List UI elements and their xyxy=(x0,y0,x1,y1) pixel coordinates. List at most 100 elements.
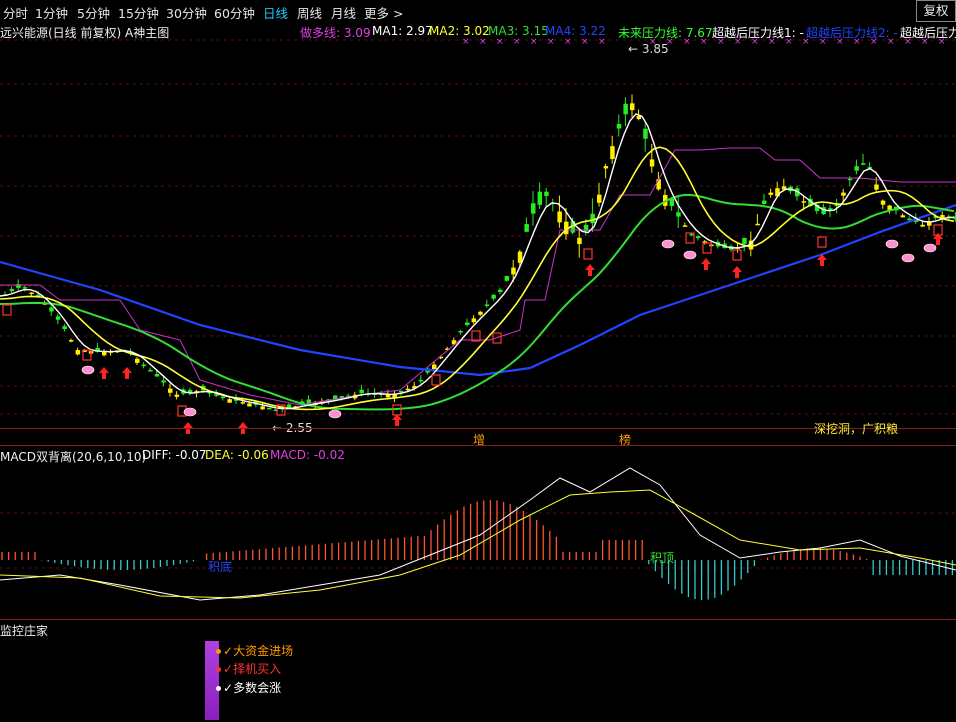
candle-body xyxy=(742,237,747,244)
arrow-up-icon xyxy=(701,258,711,270)
candle-body xyxy=(544,191,549,197)
candle-body xyxy=(154,374,160,377)
monitor-title: 监控庄家 xyxy=(0,624,49,638)
cross-icon: × xyxy=(581,37,589,47)
cross-icon: × xyxy=(751,37,759,47)
slogan-text: 深挖洞，广积粮 xyxy=(814,422,899,436)
candle-body xyxy=(874,184,879,190)
candle-body xyxy=(656,179,661,190)
candle-body xyxy=(418,379,424,382)
buy-signal-icon xyxy=(732,249,742,261)
candle-body xyxy=(847,178,853,181)
cross-icon: × xyxy=(547,37,555,47)
candle-body xyxy=(286,404,292,408)
cross-icon: × xyxy=(768,37,776,47)
candle-body xyxy=(861,163,866,165)
candle-body xyxy=(168,388,173,393)
candle-body xyxy=(62,326,67,329)
cross-icon: × xyxy=(598,37,606,47)
signal-dot-icon xyxy=(216,649,221,654)
candle-body xyxy=(597,194,602,203)
main-bottom-divider xyxy=(0,428,956,429)
diamond-icon xyxy=(661,239,675,249)
buy-signal-icon xyxy=(2,304,12,316)
diamond-icon xyxy=(885,239,899,249)
cross-icon: × xyxy=(819,37,827,47)
cross-icon: × xyxy=(564,37,572,47)
candle-body xyxy=(49,307,54,312)
candle-body xyxy=(616,123,622,129)
candle-body xyxy=(55,316,61,320)
candle-body xyxy=(682,225,688,227)
buy-signal-icon xyxy=(817,236,827,248)
candle-body xyxy=(900,215,906,218)
candle-body xyxy=(135,358,140,363)
candle-body xyxy=(432,364,437,370)
candle-body xyxy=(260,406,265,410)
arrow-up-icon xyxy=(122,367,132,379)
candle-body xyxy=(69,340,74,342)
diamond-icon xyxy=(923,243,937,253)
cross-icon: × xyxy=(683,37,691,47)
macd-title: MACD双背离(20,6,10,10) xyxy=(0,450,147,464)
candle-body xyxy=(29,292,34,295)
diamond-icon xyxy=(81,365,95,375)
high-price-label: ← 3.85 xyxy=(628,42,669,56)
candle-body xyxy=(174,394,180,397)
candle-body xyxy=(537,191,543,205)
signal-rise: ✓多数会涨 xyxy=(216,679,281,696)
candle-body xyxy=(240,402,246,404)
macd-top-divider xyxy=(0,445,956,446)
macd-annotation-top: 积顶 xyxy=(650,551,675,565)
candle-body xyxy=(161,380,166,383)
candle-body xyxy=(623,103,628,115)
cross-icon: × xyxy=(921,37,929,47)
candle-body xyxy=(610,146,615,160)
cross-icon: × xyxy=(479,37,487,47)
candle-body xyxy=(471,318,477,323)
candle-body xyxy=(603,166,609,169)
candle-body xyxy=(247,403,252,407)
candle-body xyxy=(465,322,470,325)
candle-body xyxy=(643,128,648,139)
candle-body xyxy=(676,212,681,217)
signal-buy: ✓择机买入 xyxy=(216,660,281,677)
candle-body xyxy=(841,192,846,196)
candle-body xyxy=(385,394,391,398)
candle-body xyxy=(762,200,767,204)
grid-lines xyxy=(0,39,956,569)
signal-big-capital: ✓大资金进场 xyxy=(216,642,293,659)
cross-icon: × xyxy=(904,37,912,47)
monitor-top-divider xyxy=(0,619,956,620)
ma3-line xyxy=(0,193,955,411)
candle-body xyxy=(524,224,529,232)
candle-body xyxy=(405,388,411,391)
signal-dot-icon xyxy=(216,686,221,691)
arrow-up-icon xyxy=(392,414,402,426)
macd-annotation-bottom: 积底 xyxy=(208,560,233,574)
candle-body xyxy=(141,364,147,367)
cross-icon: × xyxy=(836,37,844,47)
cross-icon: × xyxy=(700,37,708,47)
cross-icon: × xyxy=(853,37,861,47)
cross-icon: × xyxy=(870,37,878,47)
macd-value-label: MACD: -0.02 xyxy=(270,448,345,462)
diamond-icon xyxy=(683,250,697,260)
buy-signal-icon xyxy=(431,374,441,386)
candle-body xyxy=(768,192,774,195)
candle-body xyxy=(498,289,503,292)
cross-icon: × xyxy=(802,37,810,47)
candle-body xyxy=(649,159,655,167)
candle-body xyxy=(590,213,595,224)
candle-body xyxy=(557,211,562,223)
cross-icon: × xyxy=(496,37,504,47)
arrow-up-icon xyxy=(99,367,109,379)
candle-body xyxy=(102,351,107,356)
candle-body xyxy=(920,224,925,227)
cross-icon: × xyxy=(513,37,521,47)
cross-icon: × xyxy=(734,37,742,47)
candle-body xyxy=(504,276,510,281)
candle-body xyxy=(630,103,635,111)
cross-icon: × xyxy=(530,37,538,47)
candle-body xyxy=(22,287,28,289)
